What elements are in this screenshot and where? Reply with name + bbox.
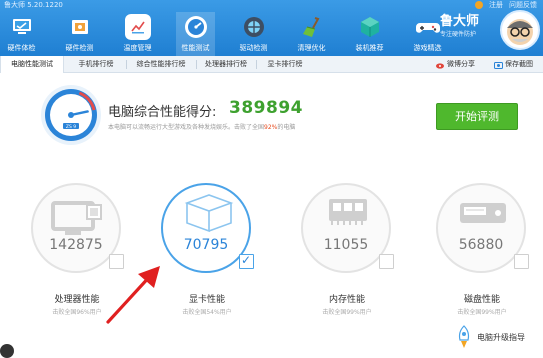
brand: 鲁大师 专注硬件防护 (440, 14, 500, 40)
rocket-icon (458, 325, 470, 348)
broom-icon (299, 14, 325, 40)
upgrade-guide-label: 电脑升级指导 (477, 332, 525, 342)
start-test-button[interactable]: 开始评测 (436, 103, 518, 130)
score-desc-suffix: 的电脑 (277, 124, 296, 131)
header-bar: 鲁大师 5.20.1220 注册 问题反馈 硬件体检 硬件检测 温度管理 性能测… (0, 0, 543, 56)
memory-score-circle: 11055 (301, 183, 391, 273)
tab-divider (256, 60, 257, 69)
gpu-score: 70795 (183, 237, 229, 253)
speedometer-icon (183, 14, 209, 40)
cube-outline-icon (184, 194, 234, 233)
nav-label: 游戏精选 (413, 44, 442, 52)
camera-icon (494, 61, 503, 69)
nav-item-hardware-check[interactable]: 硬件体检 (2, 12, 41, 56)
register-link[interactable]: 注册 (489, 0, 503, 10)
nav-label: 温度管理 (123, 44, 152, 52)
score-gauge: ZS 9 (40, 84, 102, 146)
window-title: 鲁大师 5.20.1220 (4, 1, 63, 9)
card-memory[interactable]: 11055 内存性能 击败全国99%用户 (287, 183, 407, 333)
avatar[interactable] (500, 10, 540, 50)
speedometer-icon: ZS 9 (41, 85, 101, 145)
memory-chip-icon (329, 199, 367, 225)
disk-title: 磁盘性能 (463, 295, 500, 305)
thermometer-icon (124, 14, 151, 40)
window-controls: 注册 问题反馈 (475, 0, 537, 10)
score-description: 本电脑可以流畅运行大型游戏及各种发烧娱乐。击败了全国92%的电脑 (108, 122, 295, 131)
nav-item-temperature[interactable]: 温度管理 (118, 12, 157, 56)
nav-label: 硬件体检 (7, 44, 36, 52)
tab-divider (126, 60, 127, 69)
score-percent: 92% (264, 124, 278, 131)
gpu-score-circle: 70795 (161, 183, 251, 273)
score-label: 电脑综合性能得分: (108, 105, 217, 120)
memory-score: 11055 (323, 237, 369, 253)
tab-gpu-ranking[interactable]: 显卡排行榜 (258, 56, 312, 73)
gamepad-icon (415, 14, 441, 40)
gpu-checkbox[interactable]: ✓ (239, 253, 254, 269)
brand-subtitle: 专注硬件防护 (440, 31, 477, 38)
score-desc-prefix: 本电脑可以流畅运行大型游戏及各种发烧娱乐。击败了全国 (108, 124, 265, 131)
memory-checkbox[interactable] (379, 254, 394, 269)
nav-label: 装机推荐 (355, 44, 384, 52)
weibo-share-label: 微博分享 (447, 60, 475, 68)
score-value: 389894 (229, 98, 303, 118)
nav-item-hardware-detect[interactable]: 硬件检测 (60, 12, 99, 56)
nav-label: 性能测试 (181, 44, 210, 52)
memory-subtitle: 击败全国99%用户 (322, 309, 372, 316)
check-icon: ✓ (241, 253, 252, 267)
nav-label: 驱动检测 (239, 44, 268, 52)
save-screenshot-label: 保存截图 (505, 60, 533, 68)
brand-name: 鲁大师 (440, 14, 480, 29)
notification-dot-icon[interactable] (475, 1, 483, 9)
tab-bar: 电脑性能测试 手机排行榜 综合性能排行榜 处理器排行榜 显卡排行榜 微博分享 保… (0, 56, 543, 73)
weibo-share-button[interactable]: 微博分享 (436, 56, 475, 73)
tab-overall-ranking[interactable]: 综合性能排行榜 (128, 56, 194, 73)
hardware-check-icon (9, 14, 35, 40)
svg-text:ZS 9: ZS 9 (66, 124, 76, 130)
driver-icon (241, 14, 267, 40)
hardware-detect-icon (67, 14, 93, 40)
card-disk[interactable]: 56880 磁盘性能 击败全国99%用户 (422, 183, 542, 333)
nav-item-recommend[interactable]: 装机推荐 (350, 12, 389, 56)
memory-title: 内存性能 (328, 295, 365, 305)
tab-cpu-ranking[interactable]: 处理器排行榜 (198, 56, 254, 73)
disk-score: 56880 (458, 237, 504, 253)
disk-score-circle: 56880 (436, 183, 526, 273)
disk-subtitle: 击败全国99%用户 (457, 309, 507, 316)
nav-item-driver[interactable]: 驱动检测 (234, 12, 273, 56)
annotation-arrow-icon (106, 266, 160, 324)
cpu-score: 142875 (49, 237, 103, 253)
feedback-link[interactable]: 问题反馈 (509, 0, 537, 10)
nav-label: 硬件检测 (65, 44, 94, 52)
nav-item-performance[interactable]: 性能测试 (176, 12, 215, 56)
tab-phone-ranking[interactable]: 手机排行榜 (68, 56, 124, 73)
cpu-score-circle: 142875 (31, 183, 121, 273)
monitor-icon (51, 201, 102, 235)
upgrade-guide-button[interactable]: 电脑升级指导 (454, 324, 525, 350)
cube-icon (357, 14, 383, 40)
nav-item-cleanup[interactable]: 清理优化 (292, 12, 331, 56)
tab-divider (196, 60, 197, 69)
hard-disk-icon (460, 203, 506, 223)
disk-checkbox[interactable] (514, 254, 529, 269)
save-screenshot-button[interactable]: 保存截图 (494, 56, 533, 73)
weibo-icon (436, 62, 444, 69)
corner-badge-icon (0, 344, 14, 358)
nav-label: 清理优化 (297, 44, 326, 52)
tab-performance-test[interactable]: 电脑性能测试 (0, 56, 64, 73)
main-nav: 硬件体检 硬件检测 温度管理 性能测试 驱动检测 清理优化 装机推荐 游戏精选 (0, 12, 447, 56)
